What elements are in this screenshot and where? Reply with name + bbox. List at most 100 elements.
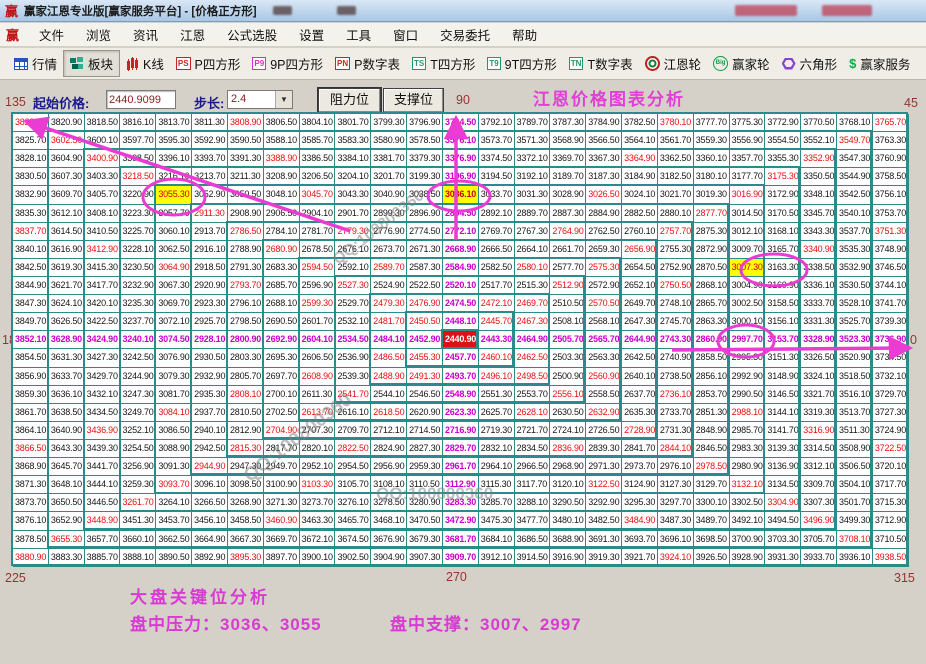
grid-cell[interactable]: 3895.30 [227, 548, 264, 567]
grid-cell[interactable]: 3064.90 [156, 258, 193, 277]
grid-cell[interactable]: 2803.30 [227, 349, 264, 368]
menu-item-江恩[interactable]: 江恩 [169, 25, 216, 44]
grid-cell[interactable]: 2748.10 [657, 295, 694, 314]
grid-cell[interactable]: 3261.70 [120, 494, 157, 513]
grid-cell[interactable]: 3132.10 [729, 476, 766, 495]
grid-cell[interactable]: 3914.50 [514, 548, 551, 567]
grid-cell[interactable]: 3453.70 [156, 512, 193, 531]
grid-cell[interactable]: 3439.30 [84, 439, 121, 459]
grid-cell[interactable]: 3600.10 [84, 132, 121, 151]
grid-cell[interactable]: 3758.50 [872, 168, 909, 187]
grid-cell[interactable]: 3664.90 [192, 530, 228, 549]
grid-cell[interactable]: 3266.50 [192, 494, 228, 513]
grid-cell[interactable]: 2868.10 [693, 276, 730, 296]
grid-cell[interactable]: 2930.50 [192, 349, 228, 368]
grid-cell[interactable]: 3609.70 [48, 186, 85, 205]
grid-cell[interactable]: 2736.10 [657, 385, 694, 404]
grid-cell[interactable]: 3760.90 [872, 150, 909, 169]
grid-cell[interactable]: 3062.50 [156, 240, 193, 259]
grid-cell[interactable]: 2616.10 [335, 403, 372, 422]
grid-cell[interactable]: 3026.50 [586, 186, 623, 205]
grid-cell[interactable]: 2668.90 [442, 240, 479, 259]
grid-cell[interactable]: 3890.50 [156, 548, 193, 567]
grid-cell[interactable]: 3040.90 [371, 186, 408, 205]
grid-cell[interactable]: 3880.90 [13, 548, 49, 567]
grid-cell[interactable]: 3290.50 [550, 494, 587, 513]
grid-cell[interactable]: 3357.70 [729, 150, 766, 169]
grid-cell[interactable]: 2887.30 [550, 204, 587, 223]
grid-cell[interactable]: 3619.30 [48, 258, 85, 277]
menu-item-资讯[interactable]: 资讯 [122, 25, 169, 44]
grid-cell[interactable]: 3268.90 [227, 494, 264, 513]
grid-cell[interactable]: 3705.70 [801, 530, 838, 549]
grid-cell[interactable]: 3031.30 [514, 186, 551, 205]
grid-cell[interactable]: 3100.90 [263, 476, 300, 495]
grid-cell[interactable]: 3787.30 [550, 114, 587, 133]
grid-cell[interactable]: 3216.10 [156, 168, 193, 187]
grid-cell[interactable]: 2760.10 [622, 222, 658, 241]
grid-cell[interactable]: 2863.30 [693, 313, 730, 332]
grid-cell[interactable]: 3240.10 [120, 331, 157, 350]
grid-cell[interactable]: 3067.30 [156, 276, 193, 296]
grid-cell[interactable]: 2904.10 [299, 204, 336, 223]
grid-cell[interactable]: 3144.10 [765, 403, 802, 422]
menu-item-交易委托[interactable]: 交易委托 [429, 25, 501, 44]
grid-cell[interactable]: 3900.10 [299, 548, 336, 567]
grid-cell[interactable]: 3463.30 [299, 512, 336, 531]
grid-cell[interactable]: 2968.90 [550, 458, 587, 477]
grid-cell[interactable]: 2940.10 [192, 421, 228, 440]
grid-cell[interactable]: 3367.30 [586, 150, 623, 169]
grid-cell[interactable]: 2613.70 [299, 403, 336, 422]
grid-cell[interactable]: 2563.30 [586, 349, 623, 368]
grid-cell[interactable]: 3696.10 [657, 530, 694, 549]
grid-cell[interactable]: 2731.30 [657, 421, 694, 440]
grid-cell[interactable]: 2832.10 [478, 439, 515, 459]
toolbar-item-K线[interactable]: K线 [120, 51, 170, 76]
grid-cell[interactable]: 3739.30 [872, 313, 909, 332]
grid-cell[interactable]: 3789.70 [514, 114, 551, 133]
grid-cell[interactable]: 3592.90 [192, 132, 228, 151]
grid-cell[interactable]: 2839.30 [586, 439, 623, 459]
grid-cell[interactable]: 3717.70 [872, 476, 909, 495]
toolbar-item-9T四方形[interactable]: T9 9T四方形 [481, 51, 562, 76]
grid-cell[interactable]: 2500.90 [550, 367, 587, 386]
grid-cell[interactable]: 3096.10 [192, 476, 228, 495]
grid-cell[interactable]: 2496.10 [478, 367, 515, 386]
grid-cell[interactable]: 2937.70 [192, 403, 228, 422]
grid-cell[interactable]: 3720.10 [872, 458, 909, 477]
grid-cell[interactable]: 3410.50 [84, 222, 121, 241]
grid-cell[interactable]: 2798.50 [227, 313, 264, 332]
grid-cell[interactable]: 2546.50 [407, 385, 443, 404]
grid-cell[interactable]: 3693.70 [622, 530, 658, 549]
grid-cell[interactable]: 2860.90 [693, 331, 730, 350]
grid-cell[interactable]: 2961.70 [442, 458, 479, 477]
grid-cell[interactable]: 2997.70 [729, 331, 766, 350]
grid-cell[interactable]: 2594.50 [299, 258, 336, 277]
grid-cell[interactable]: 2680.90 [263, 240, 300, 259]
grid-cell[interactable]: 3830.50 [13, 168, 49, 187]
grid-cell[interactable]: 3554.50 [765, 132, 802, 151]
resistance-button[interactable]: 阻力位 [318, 88, 381, 113]
grid-cell[interactable]: 2577.70 [550, 258, 587, 277]
grid-cell[interactable]: 3813.70 [156, 114, 193, 133]
grid-cell[interactable]: 3441.70 [84, 458, 121, 477]
grid-cell[interactable]: 3043.30 [335, 186, 372, 205]
grid-cell[interactable]: 3175.30 [765, 168, 802, 187]
grid-cell[interactable]: 3374.50 [478, 150, 515, 169]
grid-cell[interactable]: 3595.30 [156, 132, 193, 151]
grid-cell[interactable]: 3273.70 [299, 494, 336, 513]
grid-cell[interactable]: 3328.90 [801, 331, 838, 350]
grid-cell[interactable]: 2820.10 [299, 439, 336, 459]
grid-cell[interactable]: 2503.30 [550, 349, 587, 368]
grid-cell[interactable]: 3700.90 [729, 530, 766, 549]
grid-cell[interactable]: 2834.50 [514, 439, 551, 459]
grid-cell[interactable]: 3343.30 [801, 222, 838, 241]
grid-cell[interactable]: 3552.10 [801, 132, 838, 151]
menu-item-工具[interactable]: 工具 [335, 25, 382, 44]
grid-cell[interactable]: 2709.70 [335, 421, 372, 440]
grid-cell[interactable]: 3732.10 [872, 367, 909, 386]
toolbar-item-六角形[interactable]: 六角形 [776, 51, 844, 76]
grid-cell[interactable]: 2824.90 [371, 439, 408, 459]
grid-cell[interactable]: 2520.10 [442, 276, 479, 296]
grid-cell[interactable]: 2582.50 [478, 258, 515, 277]
